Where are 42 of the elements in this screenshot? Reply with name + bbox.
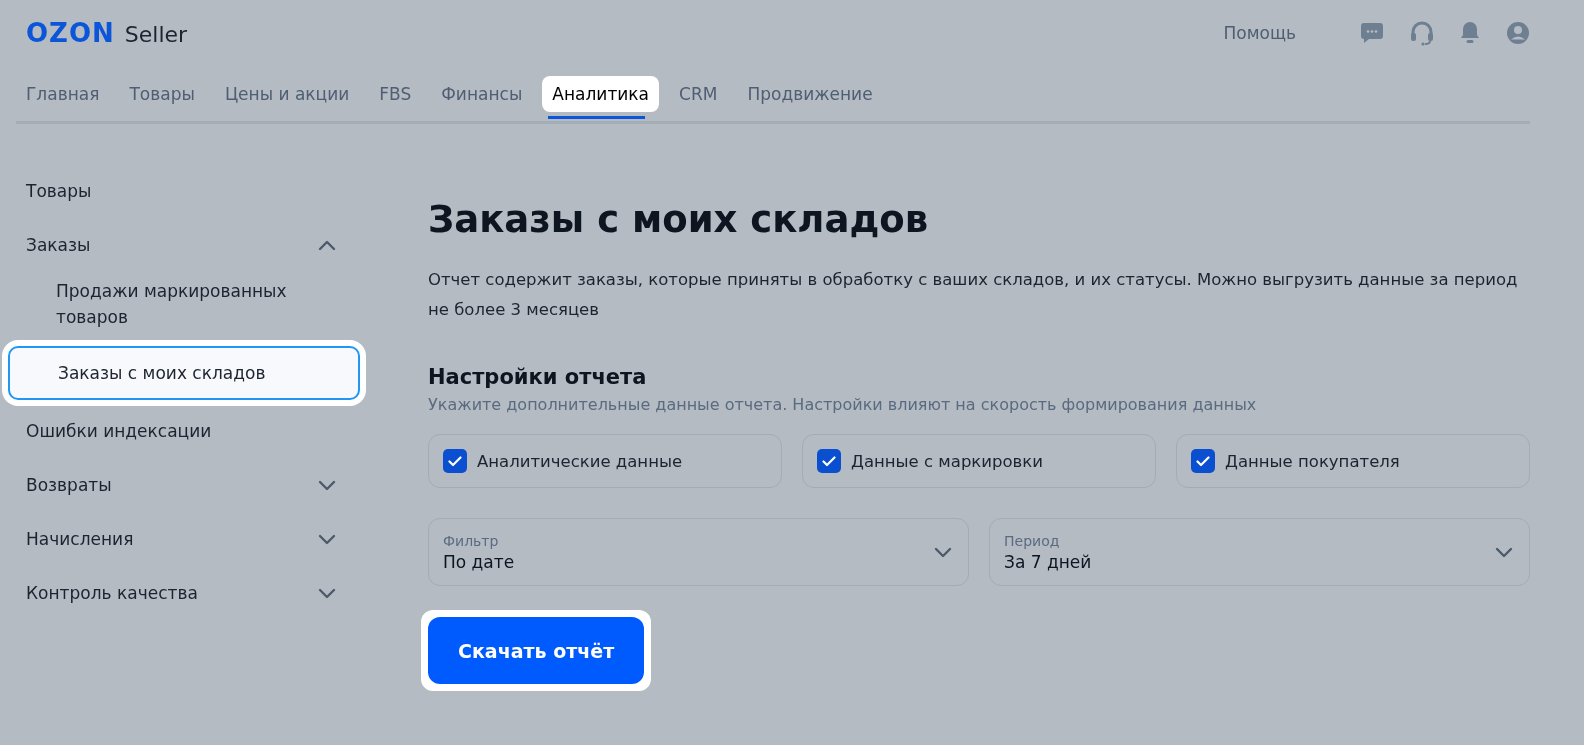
chevron-icon — [318, 479, 336, 491]
field-value: По дате — [443, 551, 516, 572]
sidebar-item[interactable]: Товары — [26, 164, 336, 218]
chevron-icon — [318, 533, 336, 545]
checkbox-label: Данные покупателя — [1225, 451, 1400, 471]
field-label: Фильтр — [443, 532, 500, 549]
nav-tab[interactable]: Аналитика — [542, 75, 660, 112]
sidebar-item[interactable]: Ошибки индексации — [26, 404, 336, 458]
page-description: Отчет содержит заказы, которые приняты в обработку с ваших складов, и их статусы. Можно выгрузить данные за период не более 3 месяцев — [428, 269, 1519, 321]
chevron-icon — [1495, 546, 1513, 558]
checkmark-icon — [448, 455, 462, 467]
sidebar-item[interactable]: Возвраты — [26, 458, 336, 512]
checkbox-option[interactable]: Аналитические данные — [428, 434, 782, 488]
field-value: За 7 дней — [1004, 551, 1093, 572]
page-title: Заказы с моих складов — [428, 198, 930, 241]
sidebar-item[interactable]: Начисления — [26, 512, 336, 566]
headset-icon[interactable] — [1410, 20, 1434, 46]
field-label: Период — [1004, 532, 1061, 549]
checkmark-icon — [822, 455, 836, 467]
checkbox[interactable] — [817, 449, 841, 473]
chevron-icon — [318, 239, 336, 251]
product-name: Seller — [124, 22, 188, 47]
download-button[interactable]: Скачать отчёт — [428, 617, 645, 684]
checkbox-label: Аналитические данные — [477, 451, 683, 471]
checkbox-option[interactable]: Данные покупателя — [1176, 434, 1530, 488]
checkbox[interactable] — [1191, 449, 1215, 473]
bell-icon[interactable] — [1460, 21, 1480, 45]
profile-icon[interactable] — [1506, 21, 1530, 45]
dropdown-field[interactable]: Фильтр По дате — [428, 518, 969, 586]
checkbox-option[interactable]: Данные с маркировки — [802, 434, 1156, 488]
sidebar-item[interactable]: Контроль качества — [26, 566, 336, 620]
section-title: Настройки отчета — [428, 365, 648, 389]
chevron-icon — [318, 587, 336, 599]
sidebar-item[interactable]: Заказы — [26, 218, 336, 272]
chevron-icon — [934, 546, 952, 558]
checkbox-label: Данные с маркировки — [851, 451, 1044, 471]
chat-icon[interactable] — [1360, 22, 1384, 44]
checkmark-icon — [1196, 455, 1210, 467]
section-hint: Укажите дополнительные данные отчета. Настройки влияют на скорость формирования данных — [428, 395, 1258, 414]
dropdown-field[interactable]: Период За 7 дней — [989, 518, 1530, 586]
sidebar-subitem[interactable]: Продажи маркированных товаров — [26, 278, 336, 330]
checkbox[interactable] — [443, 449, 467, 473]
